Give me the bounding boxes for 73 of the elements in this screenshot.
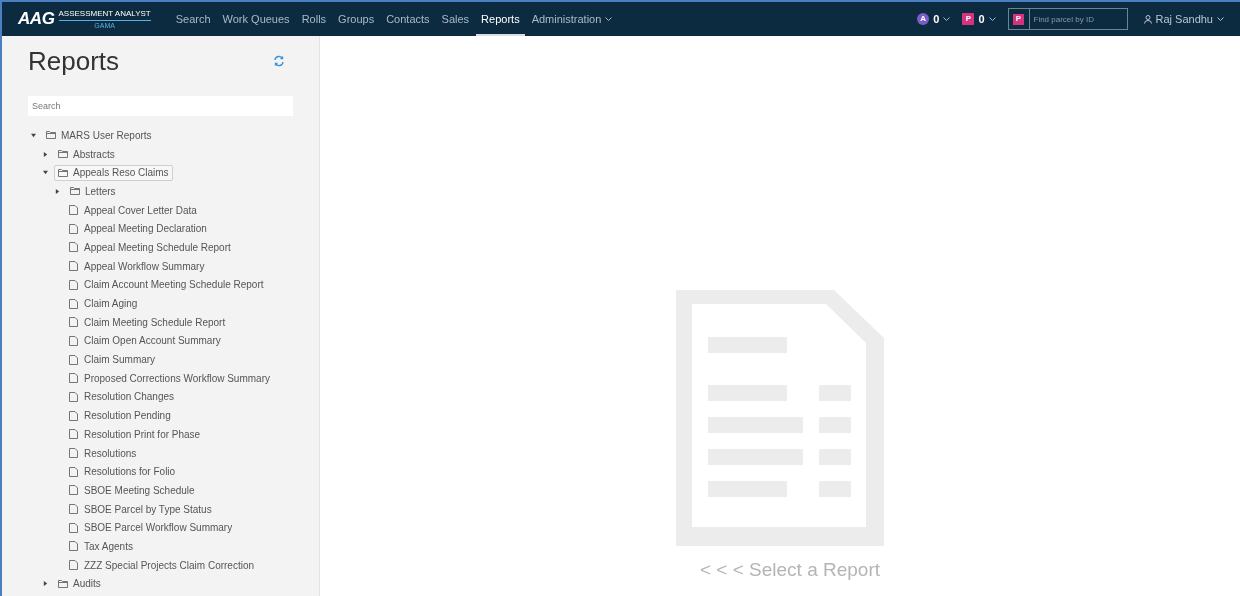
document-icon <box>69 373 78 384</box>
nav-tab[interactable]: Reports <box>476 2 525 36</box>
document-icon <box>69 560 78 571</box>
report-item[interactable]: Resolutions for Folio <box>66 463 179 480</box>
report-item[interactable]: ZZZ Special Projects Claim Correction <box>66 557 258 574</box>
folder-icon <box>58 150 68 159</box>
document-icon <box>69 448 78 459</box>
report-item[interactable]: SBOE Meeting Schedule <box>66 482 198 499</box>
report-item[interactable]: SBOE Parcel Workflow Summary <box>66 519 236 536</box>
report-item[interactable]: Appeal Workflow Summary <box>66 258 208 275</box>
user-icon <box>1143 14 1152 24</box>
nav-tab[interactable]: Administration <box>526 2 618 36</box>
counter-dropdown[interactable]: A 0 <box>917 10 951 28</box>
report-item[interactable]: Claim Open Account Summary <box>66 332 224 349</box>
counter-dropdown[interactable]: P 0 <box>962 10 996 28</box>
report-item[interactable]: Resolution Pending <box>66 407 174 424</box>
document-icon <box>69 205 78 216</box>
report-item[interactable]: SBOE Parcel by Type Status <box>66 501 215 518</box>
folder-icon <box>58 168 68 177</box>
report-item[interactable]: Resolution Changes <box>66 388 178 405</box>
folder-item[interactable]: Appeals Reso Claims <box>54 164 173 181</box>
nav-tab[interactable]: Work Queues <box>217 2 295 36</box>
document-icon <box>69 223 78 234</box>
user-menu[interactable]: Raj Sandhu <box>1143 10 1224 28</box>
nav-tab[interactable]: Contacts <box>381 2 435 36</box>
report-item[interactable]: Appeal Meeting Declaration <box>66 220 210 237</box>
status-badge: P <box>962 13 975 25</box>
nav-tab[interactable]: Rolls <box>296 2 332 36</box>
folder-icon <box>46 131 56 140</box>
report-item[interactable]: Proposed Corrections Workflow Summary <box>66 370 273 387</box>
report-item[interactable]: Resolution Print for Phase <box>66 426 204 443</box>
document-icon <box>69 391 78 402</box>
document-icon <box>69 242 78 253</box>
refresh-icon[interactable] <box>273 55 285 67</box>
document-icon <box>69 429 78 440</box>
parcel-badge: P <box>1013 13 1024 25</box>
parcel-search-field[interactable]: Find parcel by ID <box>1029 8 1128 30</box>
chevron-icon <box>1217 16 1224 22</box>
report-item[interactable]: Claim Meeting Schedule Report <box>66 314 229 331</box>
document-icon <box>69 410 78 421</box>
report-item[interactable]: Claim Aging <box>66 295 141 312</box>
folder-icon <box>58 579 68 588</box>
folder-item[interactable]: Audits <box>54 575 105 592</box>
nav-tab[interactable]: Sales <box>436 2 475 36</box>
document-icon <box>69 541 78 552</box>
sidebar-title: Reports <box>28 44 120 78</box>
nav-tab[interactable]: Groups <box>333 2 380 36</box>
folder-item[interactable]: MARS User Reports <box>42 127 156 144</box>
report-item[interactable]: Tax Agents <box>66 538 136 555</box>
document-icon <box>69 466 78 477</box>
report-item[interactable]: Appeal Meeting Schedule Report <box>66 239 234 256</box>
chevron-icon <box>943 16 951 22</box>
nav-tab[interactable]: Search <box>170 2 216 36</box>
empty-state-message: < < < Select a Report <box>699 557 881 582</box>
document-icon <box>69 354 78 365</box>
document-icon <box>69 279 78 290</box>
document-icon <box>69 261 78 272</box>
report-item[interactable]: Claim Account Meeting Schedule Report <box>66 276 267 293</box>
document-icon <box>69 335 78 346</box>
document-icon <box>69 485 78 496</box>
folder-item[interactable]: Abstracts <box>54 146 119 163</box>
document-icon <box>69 522 78 533</box>
folder-item[interactable]: Letters <box>66 183 120 200</box>
document-icon <box>69 504 78 515</box>
status-badge: A <box>917 13 930 25</box>
report-item[interactable]: Claim Summary <box>66 351 159 368</box>
search-field[interactable]: Search <box>28 96 293 116</box>
report-item[interactable]: Appeal Cover Letter Data <box>66 202 200 219</box>
chevron-icon <box>988 16 996 22</box>
document-icon <box>69 298 78 309</box>
folder-icon <box>70 187 80 196</box>
report-item[interactable]: Resolutions <box>66 445 140 462</box>
document-icon <box>69 317 78 328</box>
